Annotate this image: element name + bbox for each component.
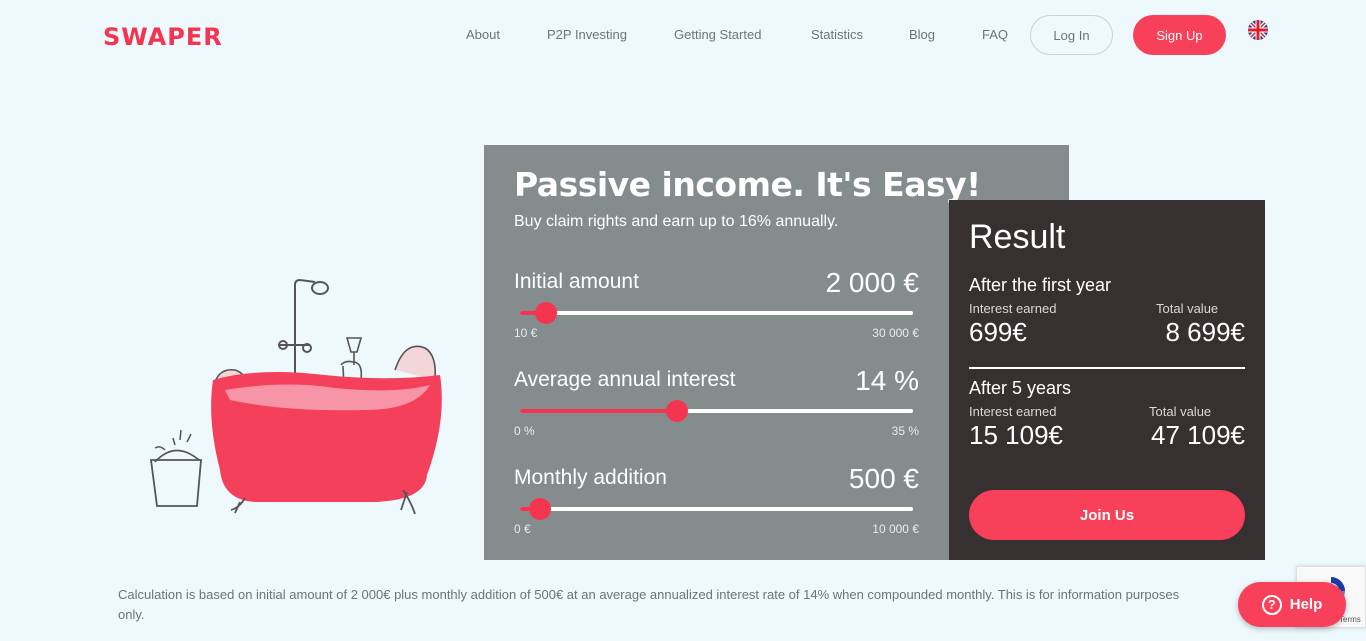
nav-blog[interactable]: Blog (909, 27, 935, 42)
slider-label: Initial amount (514, 270, 639, 293)
nav-getting-started[interactable]: Getting Started (674, 27, 761, 42)
question-icon: ? (1261, 594, 1282, 615)
slider-thumb[interactable] (528, 498, 551, 520)
annual-interest-slider-block: Average annual interest 14 % 0 % 35 % (514, 365, 919, 448)
interest-earned-label: Interest earned (969, 301, 1057, 316)
initial-amount-slider-block: Initial amount 2 000 € 10 € 30 000 € (514, 267, 919, 350)
join-us-button[interactable]: Join Us (969, 490, 1245, 540)
slider-label: Monthly addition (514, 466, 667, 489)
interest-earned-value: 15 109€ (969, 420, 1063, 450)
total-value-label: Total value (1149, 404, 1212, 419)
result-divider (969, 367, 1245, 369)
slider-label: Average annual interest (514, 368, 736, 391)
slider-thumb[interactable] (666, 400, 689, 422)
login-button[interactable]: Log In (1030, 15, 1113, 55)
signup-button[interactable]: Sign Up (1133, 15, 1226, 55)
period-title: After the first year (969, 275, 1112, 295)
calculator-subtitle: Buy claim rights and earn up to 16% annu… (514, 213, 839, 230)
top-navigation: SWAPER About P2P Investing Getting Start… (0, 0, 1366, 70)
slider-value: 2 000 € (825, 267, 919, 298)
total-value-label: Total value (1156, 301, 1219, 316)
result-panel: Result After the first year Interest ear… (949, 200, 1265, 560)
calculator-title: Passive income. It's Easy! (514, 165, 981, 204)
slider-value: 500 € (848, 463, 919, 494)
uk-flag-icon[interactable] (1248, 20, 1268, 40)
total-value-value: 8 699€ (1165, 317, 1245, 347)
nav-p2p-investing[interactable]: P2P Investing (547, 27, 627, 42)
nav-about[interactable]: About (466, 27, 500, 42)
first-year-result: After the first year Interest earned Tot… (969, 275, 1245, 365)
disclaimer-text: Calculation is based on initial amount o… (118, 587, 1180, 622)
logo[interactable]: SWAPER (103, 23, 223, 51)
slider-max-label: 10 000 € (872, 522, 919, 536)
total-value-value: 47 109€ (1151, 420, 1245, 450)
slider-min-label: 0 € (514, 522, 531, 536)
monthly-addition-slider[interactable] (520, 498, 913, 520)
slider-thumb[interactable] (534, 302, 557, 324)
monthly-addition-slider-block: Monthly addition 500 € 0 € 10 000 € (514, 463, 919, 546)
help-label: Help (1289, 596, 1323, 613)
slider-min-label: 0 % (514, 424, 535, 438)
period-title: After 5 years (969, 378, 1072, 398)
result-title: Result (969, 218, 1066, 256)
nav-statistics[interactable]: Statistics (811, 27, 863, 42)
initial-amount-slider[interactable] (520, 302, 913, 324)
nav-faq[interactable]: FAQ (982, 27, 1008, 42)
slider-min-label: 10 € (514, 326, 538, 340)
bathtub-illustration (135, 270, 455, 520)
slider-fill (520, 409, 678, 413)
interest-earned-label: Interest earned (969, 404, 1057, 419)
help-button[interactable]: ? Help (1238, 582, 1346, 627)
interest-earned-value: 699€ (969, 317, 1027, 347)
slider-max-label: 30 000 € (872, 326, 919, 340)
annual-interest-slider[interactable] (520, 400, 913, 422)
five-years-result: After 5 years Interest earned Total valu… (969, 378, 1245, 468)
slider-max-label: 35 % (891, 424, 919, 438)
slider-value: 14 % (855, 365, 919, 396)
